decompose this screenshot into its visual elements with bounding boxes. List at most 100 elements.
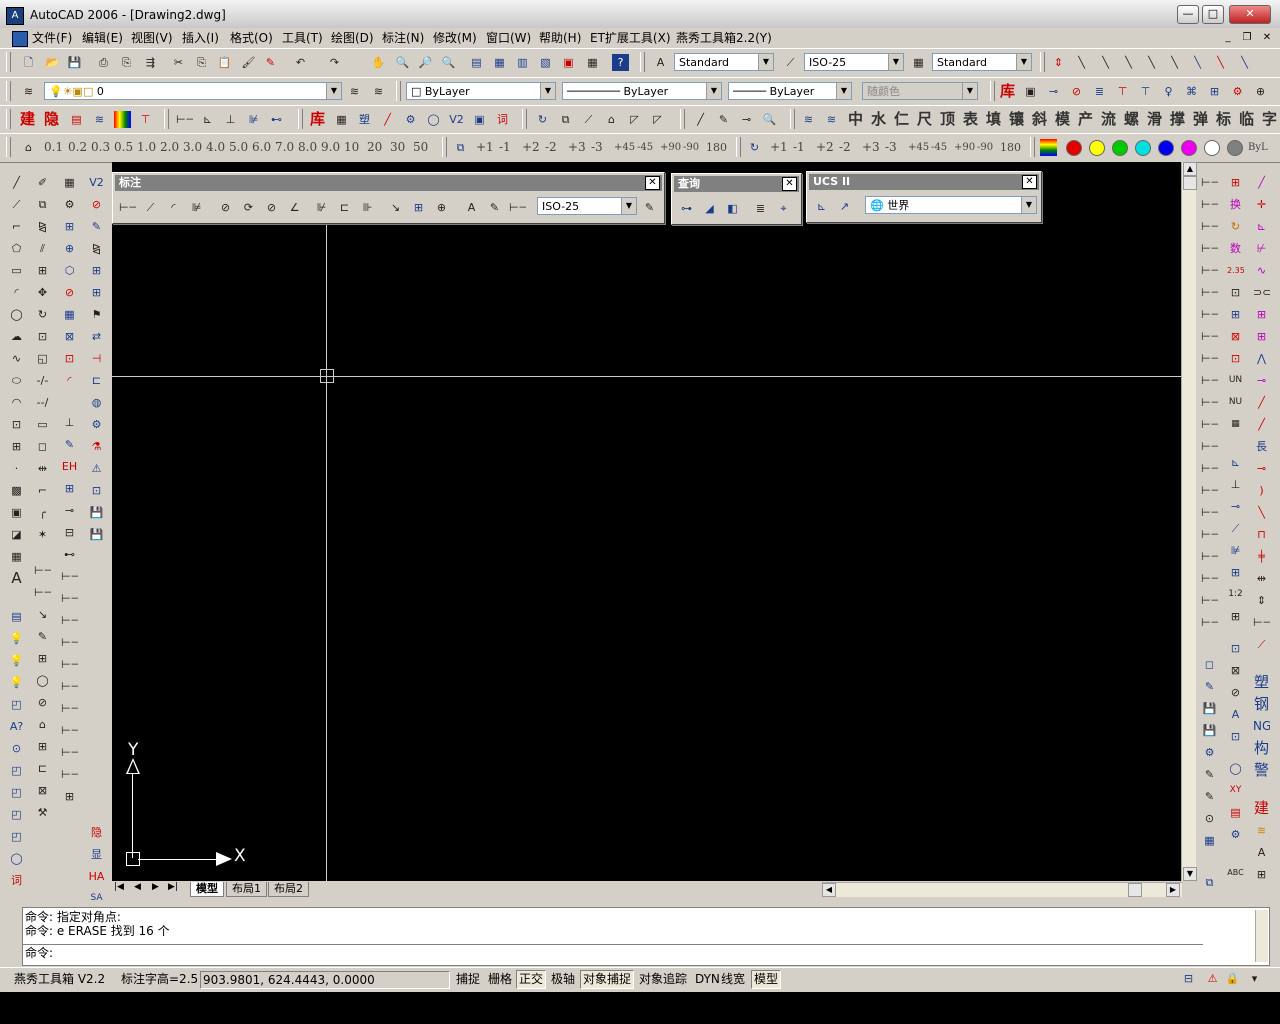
break-point-icon[interactable]: ◻ bbox=[34, 438, 51, 455]
rotate2-minus1-button[interactable]: -1 bbox=[793, 139, 805, 156]
palette-icon[interactable] bbox=[114, 111, 131, 128]
scale-0.2-button[interactable]: 0.2 bbox=[68, 139, 87, 156]
chamfer-icon[interactable]: ⌐ bbox=[34, 482, 51, 499]
paste-icon[interactable]: 📋 bbox=[216, 54, 233, 71]
cn-tool-slide[interactable]: 滑 bbox=[1147, 111, 1162, 128]
tool-icon[interactable]: ⊞ bbox=[1227, 608, 1244, 625]
fillet-icon[interactable]: ╭ bbox=[34, 504, 51, 521]
grid-toggle[interactable]: 栅格 bbox=[485, 970, 515, 989]
tool-icon[interactable]: ⊞ bbox=[1253, 306, 1270, 323]
tool-icon[interactable]: ≋ bbox=[1253, 822, 1270, 839]
table-icon[interactable]: ▦ bbox=[333, 111, 350, 128]
tab-layout2[interactable]: 布局2 bbox=[268, 882, 309, 897]
mdi-restore-button[interactable]: ❐ bbox=[1240, 31, 1254, 44]
tool-icon[interactable]: ⟋ bbox=[1227, 520, 1244, 537]
tool-icon[interactable]: ⊢⊣ bbox=[1201, 592, 1218, 609]
tool-icon[interactable]: ⊢⊣ bbox=[61, 634, 78, 651]
dim-style-icon[interactable]: ✎ bbox=[641, 199, 658, 216]
tab-nav-first-icon[interactable]: |◀ bbox=[114, 882, 124, 892]
bulb-icon[interactable]: 💡 bbox=[8, 630, 25, 647]
cn-tool-screw[interactable]: 螺 bbox=[1124, 111, 1139, 128]
dim-text-edit-icon[interactable]: ✎ bbox=[486, 199, 503, 216]
ortho-toggle[interactable]: 正交 bbox=[516, 970, 547, 989]
menu-help[interactable]: 帮助(H) bbox=[539, 30, 581, 46]
insert-block-icon[interactable]: ⊡ bbox=[8, 416, 25, 433]
rotate-plus45-button[interactable]: +45 bbox=[614, 139, 635, 156]
dim-style-select[interactable]: ISO-25 ▼ bbox=[804, 53, 904, 71]
ng-button[interactable]: NG bbox=[1253, 718, 1270, 735]
tool-icon[interactable]: ⊢⊣ bbox=[61, 568, 78, 585]
ucs2-toolbar-title[interactable]: UCS II bbox=[809, 174, 1039, 190]
rotate2-180-button[interactable]: 180 bbox=[1000, 139, 1021, 156]
cut-icon[interactable]: ✂ bbox=[170, 54, 187, 71]
tool-icon[interactable]: ╱ bbox=[1253, 174, 1270, 191]
tool-icon[interactable]: ⊣ bbox=[88, 350, 105, 367]
command-window[interactable]: 命令: 指定对角点: 命令: e ERASE 找到 16 个 命令: bbox=[22, 907, 1270, 966]
tool-icon[interactable]: ⊸ bbox=[1227, 498, 1244, 515]
horizontal-scroll-thumb[interactable] bbox=[1128, 883, 1142, 897]
spline-icon[interactable]: ∿ bbox=[8, 350, 25, 367]
tool-icon[interactable]: ⊞ bbox=[1253, 328, 1270, 345]
tool-icon[interactable]: 🔍 bbox=[761, 111, 778, 128]
build-button-right[interactable]: 建 bbox=[1253, 800, 1270, 817]
tool-icon[interactable]: UN bbox=[1227, 372, 1244, 389]
tool-icon[interactable]: ⊘ bbox=[1227, 684, 1244, 701]
tool-icon[interactable]: ⊞ bbox=[88, 262, 105, 279]
tool-icon[interactable]: ⊙ bbox=[8, 740, 25, 757]
tool-icon[interactable]: 1:2 bbox=[1227, 586, 1244, 603]
ha-icon[interactable]: HA bbox=[88, 868, 105, 885]
table-icon[interactable]: ▦ bbox=[8, 548, 25, 565]
extend-icon[interactable]: --/ bbox=[34, 394, 51, 411]
cn-tool-temp[interactable]: 临 bbox=[1239, 111, 1254, 128]
tool-icon[interactable]: ⊢⊣ bbox=[1201, 460, 1218, 477]
tool-icon[interactable]: ⊓ bbox=[1253, 526, 1270, 543]
snap-toggle[interactable]: 捕捉 bbox=[453, 970, 483, 989]
menu-file[interactable]: 文件(F) bbox=[32, 30, 72, 46]
tool-icon[interactable]: ⟋ bbox=[1253, 636, 1270, 653]
save-red-icon[interactable]: 💾 bbox=[1201, 722, 1218, 739]
minimize-button[interactable]: — bbox=[1177, 5, 1199, 24]
rotate-plus90-button[interactable]: +90 bbox=[660, 139, 681, 156]
tool-icon[interactable]: ⊞ bbox=[61, 480, 78, 497]
color-gray-button[interactable] bbox=[1227, 140, 1243, 156]
layer-tool-icon[interactable]: ≋ bbox=[823, 111, 840, 128]
toolbar-grip[interactable] bbox=[442, 137, 447, 157]
tool-icon[interactable]: ✎ bbox=[1201, 766, 1218, 783]
toolbar-grip[interactable] bbox=[522, 109, 527, 129]
vertical-scrollbar[interactable]: ▲ ▼ bbox=[1181, 162, 1197, 881]
design-center-icon[interactable]: ▦ bbox=[491, 54, 508, 71]
quick-leader-icon[interactable]: ↘ bbox=[387, 199, 404, 216]
scale-0.1-button[interactable]: 0.1 bbox=[44, 139, 63, 156]
cn-tool-ren[interactable]: 仁 bbox=[894, 111, 909, 128]
rotate-plus2-button[interactable]: +2 bbox=[522, 139, 540, 156]
tool-icon[interactable]: ⊤ bbox=[1137, 83, 1154, 100]
tool-icon[interactable]: ◜ bbox=[61, 372, 78, 389]
text-style-icon[interactable]: A bbox=[652, 54, 669, 71]
plot-preview-icon[interactable]: ⎘ bbox=[118, 54, 135, 71]
toolbar-grip[interactable] bbox=[6, 52, 11, 72]
scale-0.3-button[interactable]: 0.3 bbox=[91, 139, 110, 156]
tool-icon[interactable]: ⊯ bbox=[1227, 542, 1244, 559]
tool-icon[interactable]: ) bbox=[1253, 482, 1270, 499]
rotate2-minus3-button[interactable]: -3 bbox=[885, 139, 897, 156]
tool-icon[interactable]: ⊢⊣ bbox=[1201, 262, 1218, 279]
tool-icon[interactable]: ⊡ bbox=[61, 350, 78, 367]
tool-icon[interactable]: ⊢⊣ bbox=[1201, 218, 1218, 235]
tool-icon[interactable]: ⋀ bbox=[1253, 350, 1270, 367]
color-bylayer-button[interactable]: ByL bbox=[1248, 139, 1268, 156]
toolbar-grip[interactable] bbox=[6, 137, 11, 157]
tool-icon[interactable]: NU bbox=[1227, 394, 1244, 411]
line-diag-icon[interactable]: ╲ bbox=[1212, 54, 1229, 71]
tool-icon[interactable]: ⊢⊣ bbox=[1201, 548, 1218, 565]
tool-icon[interactable]: ⊠ bbox=[34, 782, 51, 799]
scroll-right-button[interactable]: ▶ bbox=[1166, 883, 1180, 897]
save-icon[interactable]: 💾 bbox=[66, 54, 83, 71]
tool-icon[interactable]: ♀ bbox=[1160, 83, 1177, 100]
toolbar-grip[interactable] bbox=[164, 109, 169, 129]
vertical-scroll-thumb[interactable] bbox=[1183, 176, 1197, 190]
tool-icon[interactable]: ↻ bbox=[1227, 218, 1244, 235]
tool-icon[interactable]: ⊸ bbox=[1045, 83, 1062, 100]
table-style-icon[interactable]: ▦ bbox=[910, 54, 927, 71]
tool-icon[interactable]: ⊢⊣ bbox=[61, 744, 78, 761]
tray-settings-icon[interactable]: ⚠ bbox=[1204, 970, 1221, 987]
